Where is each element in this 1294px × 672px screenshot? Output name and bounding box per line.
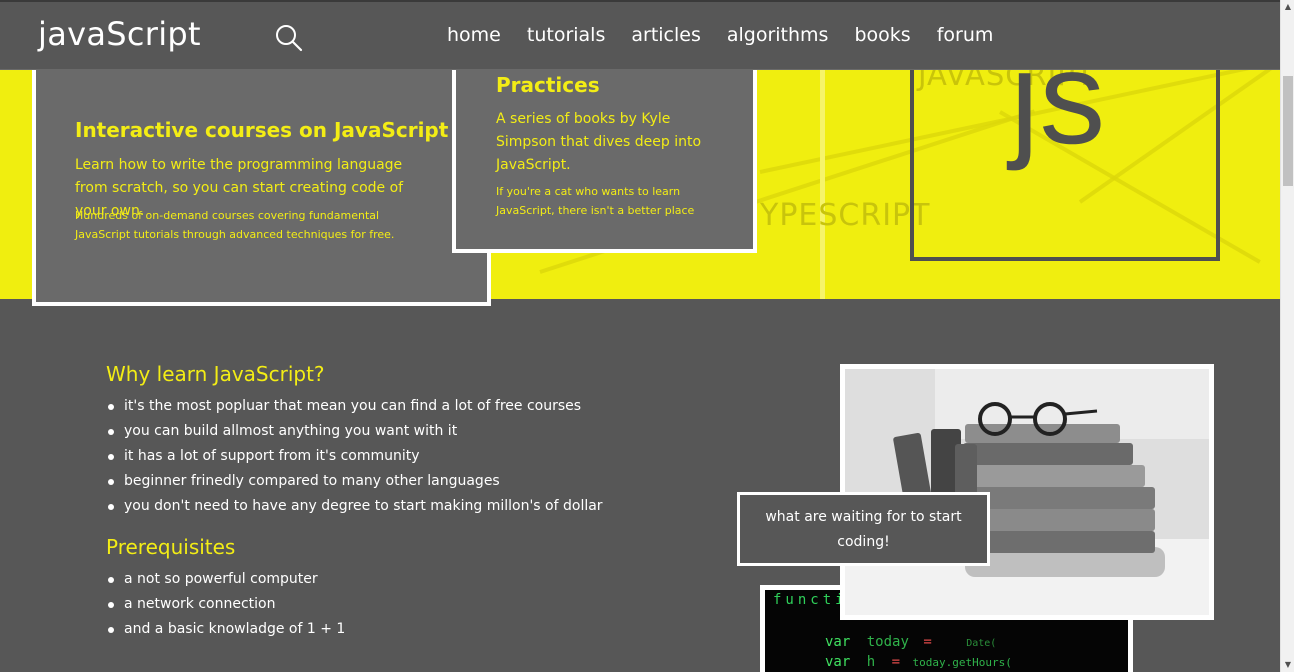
code-call: Date( (966, 638, 997, 649)
list-item: a network connection (106, 592, 666, 617)
js-logo-box: JAVASCRIPT js (910, 32, 1220, 261)
nav-tutorials[interactable]: tutorials (527, 24, 605, 46)
code-line-3: var h = today.getHours( (825, 654, 1012, 670)
scroll-up-arrow-icon[interactable]: ▲ (1281, 0, 1294, 14)
scroll-thumb[interactable] (1283, 76, 1293, 186)
list-item: a not so powerful computer (106, 567, 666, 592)
practices-card[interactable]: Practices A series of books by Kyle Simp… (452, 50, 757, 253)
page-scrollbar[interactable]: ▲ ▼ (1280, 0, 1294, 672)
hero-decor-stripe (820, 70, 825, 299)
code-op: = (891, 654, 901, 670)
prereq-heading: Prerequisites (106, 535, 236, 559)
nav-forum[interactable]: forum (937, 24, 994, 46)
code-var: today (866, 634, 909, 650)
site-logo[interactable]: javaScript (38, 15, 201, 53)
nav-articles[interactable]: articles (631, 24, 701, 46)
list-item: beginner frinedly compared to many other… (106, 469, 666, 494)
nav-algorithms[interactable]: algorithms (727, 24, 829, 46)
prereq-list: a not so powerful computer a network con… (106, 567, 666, 642)
why-list: it's the most popluar that mean you can … (106, 394, 666, 519)
main-nav: home tutorials articles algorithms books… (447, 24, 1019, 46)
code-keyword: var (825, 654, 851, 670)
cta-box[interactable]: what are waiting for to start coding! (737, 492, 990, 566)
nav-books[interactable]: books (854, 24, 910, 46)
code-op: = (923, 634, 932, 650)
site-header: javaScript home tutorials articles algor… (0, 0, 1280, 70)
scroll-down-arrow-icon[interactable]: ▼ (1281, 658, 1294, 672)
nav-home[interactable]: home (447, 24, 501, 46)
list-item: you can build allmost anything you want … (106, 419, 666, 444)
code-line-1: functi (773, 592, 848, 608)
page-viewport: javaScript home tutorials articles algor… (0, 0, 1280, 672)
hero-ghost-typescript: YPESCRIPT (760, 198, 931, 233)
practices-card-title: Practices (496, 73, 600, 97)
search-icon[interactable] (273, 22, 305, 54)
code-keyword: var (825, 634, 851, 650)
courses-card-note: Hundreds of on-demand courses covering f… (75, 209, 395, 241)
list-item: you don't need to have any degree to sta… (106, 494, 666, 519)
practices-card-text: A series of books by Kyle Simpson that d… (496, 111, 702, 173)
code-var: h (866, 654, 876, 670)
code-call: today.getHours( (912, 656, 1012, 669)
practices-card-note: If you're a cat who wants to learn JavaS… (496, 185, 695, 217)
main-content: Why learn JavaScript? it's the most popl… (106, 362, 666, 642)
courses-card[interactable]: Interactive courses on JavaScript Learn … (32, 50, 491, 306)
list-item: and a basic knowladge of 1 + 1 (106, 617, 666, 642)
list-item: it has a lot of support from it's commun… (106, 444, 666, 469)
list-item: it's the most popluar that mean you can … (106, 394, 666, 419)
why-heading: Why learn JavaScript? (106, 362, 325, 386)
code-line-2: var today = Date( (825, 634, 996, 650)
courses-card-title: Interactive courses on JavaScript (75, 118, 449, 142)
